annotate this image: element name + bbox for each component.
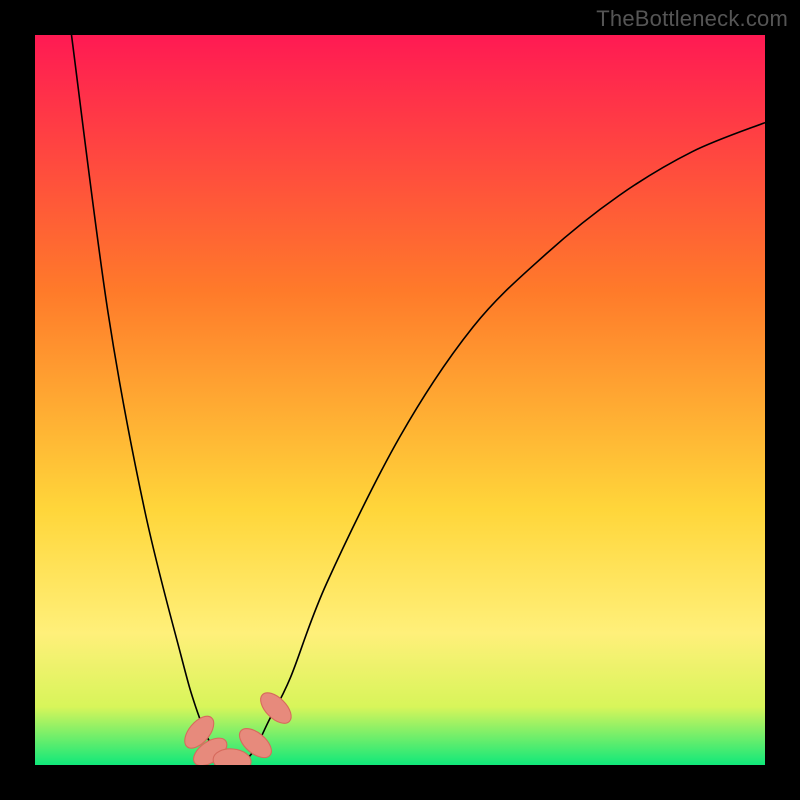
curve-markers bbox=[179, 687, 296, 765]
curve-marker bbox=[255, 687, 296, 728]
plot-area bbox=[35, 35, 765, 765]
chart-frame: TheBottleneck.com bbox=[0, 0, 800, 800]
bottleneck-curve bbox=[35, 35, 765, 765]
watermark-text: TheBottleneck.com bbox=[596, 6, 788, 32]
